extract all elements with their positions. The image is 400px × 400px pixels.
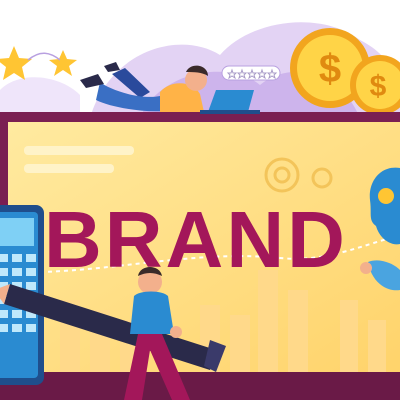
foreground-art: [0, 62, 281, 400]
laptop-icon: [200, 90, 260, 114]
person-standing: [124, 267, 190, 400]
pencil-icon: [0, 284, 226, 372]
rating-bubble: [221, 65, 281, 81]
brand-illustration: $ $ BRAND: [0, 0, 400, 400]
person-lying: [80, 62, 208, 112]
